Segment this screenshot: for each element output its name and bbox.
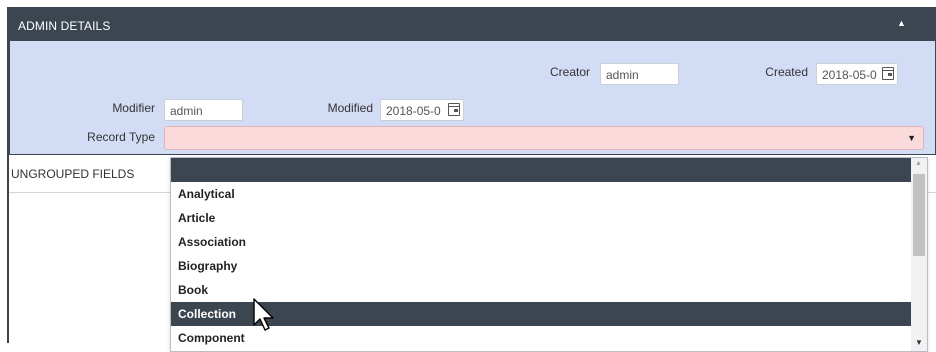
chevron-down-icon[interactable]: ▼ <box>907 133 916 143</box>
modifier-label: Modifier <box>112 101 155 115</box>
creator-label: Creator <box>549 65 590 79</box>
dropdown-option[interactable]: Component <box>171 326 911 350</box>
dropdown-option[interactable]: Book <box>171 278 911 302</box>
created-date-value: 2018-05-0 <box>822 68 877 82</box>
record-form: ADMIN DETAILS ▲ Creator admin Created 20… <box>7 7 936 352</box>
dropdown-scrollbar[interactable]: ▲ ▼ <box>911 158 927 351</box>
dropdown-option[interactable] <box>171 158 911 182</box>
admin-details-title: ADMIN DETAILS <box>18 19 111 33</box>
dropdown-option-highlighted[interactable]: Collection <box>171 302 911 326</box>
modified-label: Modified <box>327 101 373 115</box>
calendar-icon[interactable] <box>448 103 460 116</box>
scroll-up-icon[interactable]: ▲ <box>915 160 922 167</box>
dropdown-option[interactable]: Biography <box>171 254 911 278</box>
created-date-field[interactable]: 2018-05-0 <box>816 63 898 85</box>
admin-details-header[interactable]: ADMIN DETAILS ▲ <box>9 9 936 41</box>
admin-details-panel: Creator admin Created 2018-05-0 Modifier… <box>9 41 936 155</box>
record-type-dropdown[interactable]: Analytical Article Association Biography… <box>170 157 928 352</box>
creator-field[interactable]: admin <box>600 63 679 85</box>
dropdown-option[interactable]: Article <box>171 206 911 230</box>
modified-date-field[interactable]: 2018-05-0 <box>380 99 464 121</box>
record-type-select[interactable]: ▼ <box>164 126 924 150</box>
scrollbar-thumb[interactable] <box>913 174 925 256</box>
calendar-icon[interactable] <box>882 67 894 80</box>
ungrouped-fields-title: UNGROUPED FIELDS <box>11 167 135 181</box>
modifier-field[interactable]: admin <box>164 99 243 121</box>
dropdown-option[interactable]: Association <box>171 230 911 254</box>
collapse-icon[interactable]: ▲ <box>897 18 906 28</box>
dropdown-option[interactable]: Analytical <box>171 182 911 206</box>
record-type-label: Record Type <box>87 130 155 144</box>
created-label: Created <box>765 65 808 79</box>
modified-date-value: 2018-05-0 <box>386 104 441 118</box>
